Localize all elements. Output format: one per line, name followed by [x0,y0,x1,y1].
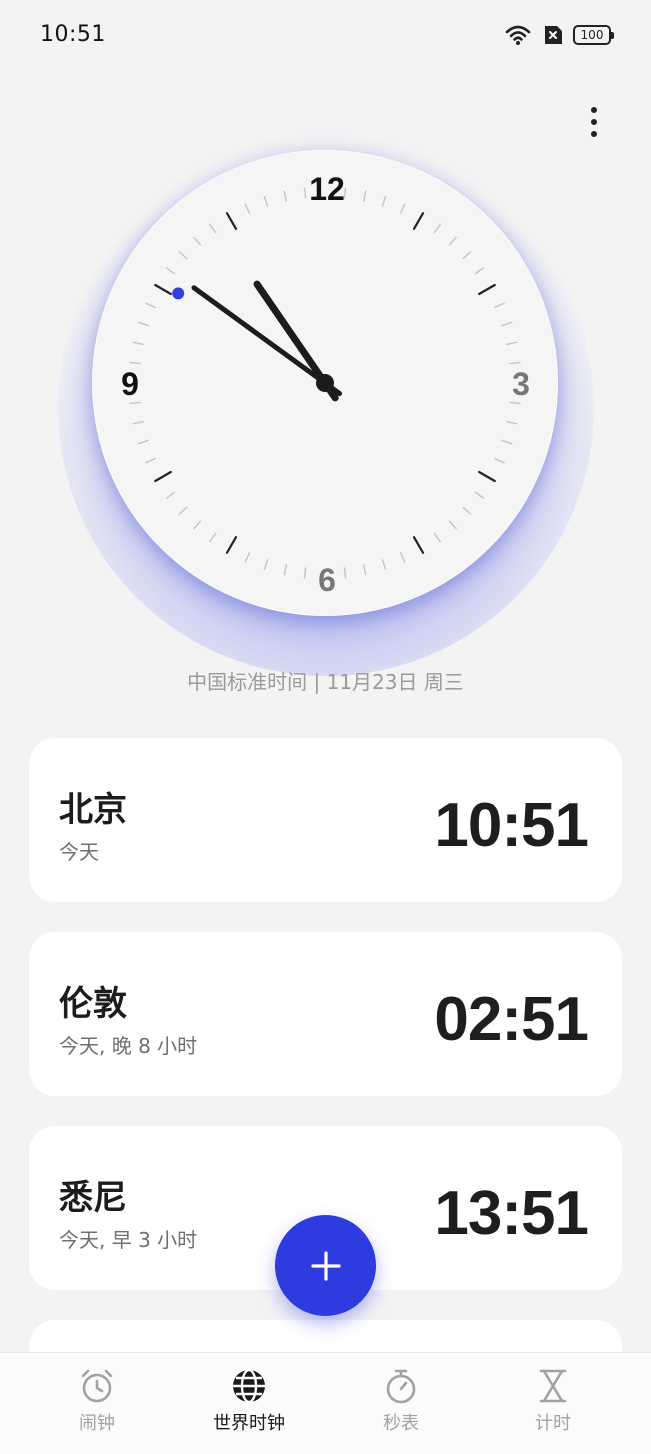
minute-tick [462,506,472,515]
minute-tick [303,567,307,579]
wifi-icon [505,24,531,46]
clock-dial: 12 3 6 9 [121,171,530,598]
minute-tick [362,564,367,576]
minute-tick [474,491,485,499]
city-name: 伦敦 [59,984,127,1024]
minute-tick [209,532,217,543]
minute-tick [494,302,505,309]
minute-tick [209,223,217,234]
city-offset: 今天, 早 3 小时 [59,1228,198,1252]
add-city-button[interactable] [275,1215,376,1316]
hour-tick [478,470,496,483]
city-time: 02:51 [434,985,589,1054]
city-name: 悉尼 [59,1178,127,1218]
minute-tick [381,195,387,207]
minute-tick [137,439,149,445]
minute-tick [145,457,156,464]
numeral-12: 12 [309,171,345,207]
minute-tick [244,552,251,563]
nav-tab-alarm[interactable]: 闹钟 [37,1367,157,1435]
city-card-beijing[interactable]: 北京 今天 10:51 [29,738,622,902]
minute-tick [381,559,387,571]
city-name: 北京 [59,790,127,830]
hour-tick [154,470,172,483]
minute-tick [494,457,505,464]
nav-label: 世界时钟 [213,1413,285,1434]
minute-tick [244,203,251,214]
more-vertical-icon [591,107,597,113]
minute-tick [193,520,202,530]
nav-label: 计时 [535,1413,571,1434]
minute-tick [193,236,202,246]
minute-tick [263,559,269,571]
numeral-3: 3 [512,366,530,402]
city-offset: 今天, 晚 8 小时 [59,1034,198,1058]
minute-tick [506,341,518,346]
alarm-icon [81,1369,113,1403]
hour-tick [154,283,172,296]
timezone-date-line: 中国标准时间 | 11月23日 周三 [187,670,464,694]
sim-off-icon [541,25,563,45]
minute-tick [132,420,144,425]
minute-tick [509,401,521,405]
plus-icon [310,1250,341,1281]
minute-tick [129,401,141,405]
nav-tab-world-clock[interactable]: 世界时钟 [189,1367,309,1435]
minute-tick [132,341,144,346]
minute-tick [283,564,288,576]
battery-icon: 100 [573,25,614,45]
nav-label: 闹钟 [79,1413,115,1434]
minute-tick [501,439,513,445]
minute-tick [343,567,347,579]
minute-tick [129,361,141,365]
minute-tick [399,552,406,563]
more-options-button[interactable] [574,100,614,144]
minute-tick [509,361,521,365]
bottom-nav: 闹钟 世界时钟 秒表 计时 [0,1352,651,1454]
city-time: 13:51 [434,1179,589,1248]
minute-tick [474,267,485,275]
minute-tick [462,251,472,260]
minute-tick [501,321,513,327]
numeral-6: 6 [318,562,336,598]
numeral-9: 9 [121,366,139,402]
minute-tick [448,236,457,246]
hour-tick [412,212,425,230]
second-indicator-dot [172,287,185,300]
minute-tick [137,321,149,327]
status-bar: 10:51 100 [0,0,651,72]
hourglass-icon [539,1369,567,1403]
hour-tick [225,536,238,554]
minute-tick [165,267,176,275]
clock-center-pin [316,374,334,392]
minute-tick [433,532,441,543]
minute-tick [362,190,367,202]
globe-icon [233,1368,265,1404]
minute-tick [165,491,176,499]
stopwatch-icon [386,1369,416,1404]
nav-tab-stopwatch[interactable]: 秒表 [341,1367,461,1435]
minute-tick [178,251,188,260]
minute-tick [506,420,518,425]
minute-tick [433,223,441,234]
city-card-london[interactable]: 伦敦 今天, 晚 8 小时 02:51 [29,932,622,1096]
minute-tick [178,506,188,515]
world-clock-screen: 10:51 100 12 3 6 9 中国标准时间 | 11月23日 周三 北京… [0,0,651,1454]
analog-clock: 12 3 6 9 [92,150,558,616]
minute-tick [283,190,288,202]
city-offset: 今天 [59,840,99,864]
nav-label: 秒表 [383,1413,419,1434]
city-time: 10:51 [434,791,589,860]
minute-tick [303,187,307,199]
minute-tick [145,302,156,309]
minute-tick [448,520,457,530]
hour-tick [225,212,238,230]
minute-tick [263,195,269,207]
nav-tab-timer[interactable]: 计时 [493,1367,613,1435]
status-time: 10:51 [40,22,106,47]
minute-tick [399,203,406,214]
status-icons: 100 [505,24,614,46]
hour-tick [478,283,496,296]
hour-tick [412,536,425,554]
